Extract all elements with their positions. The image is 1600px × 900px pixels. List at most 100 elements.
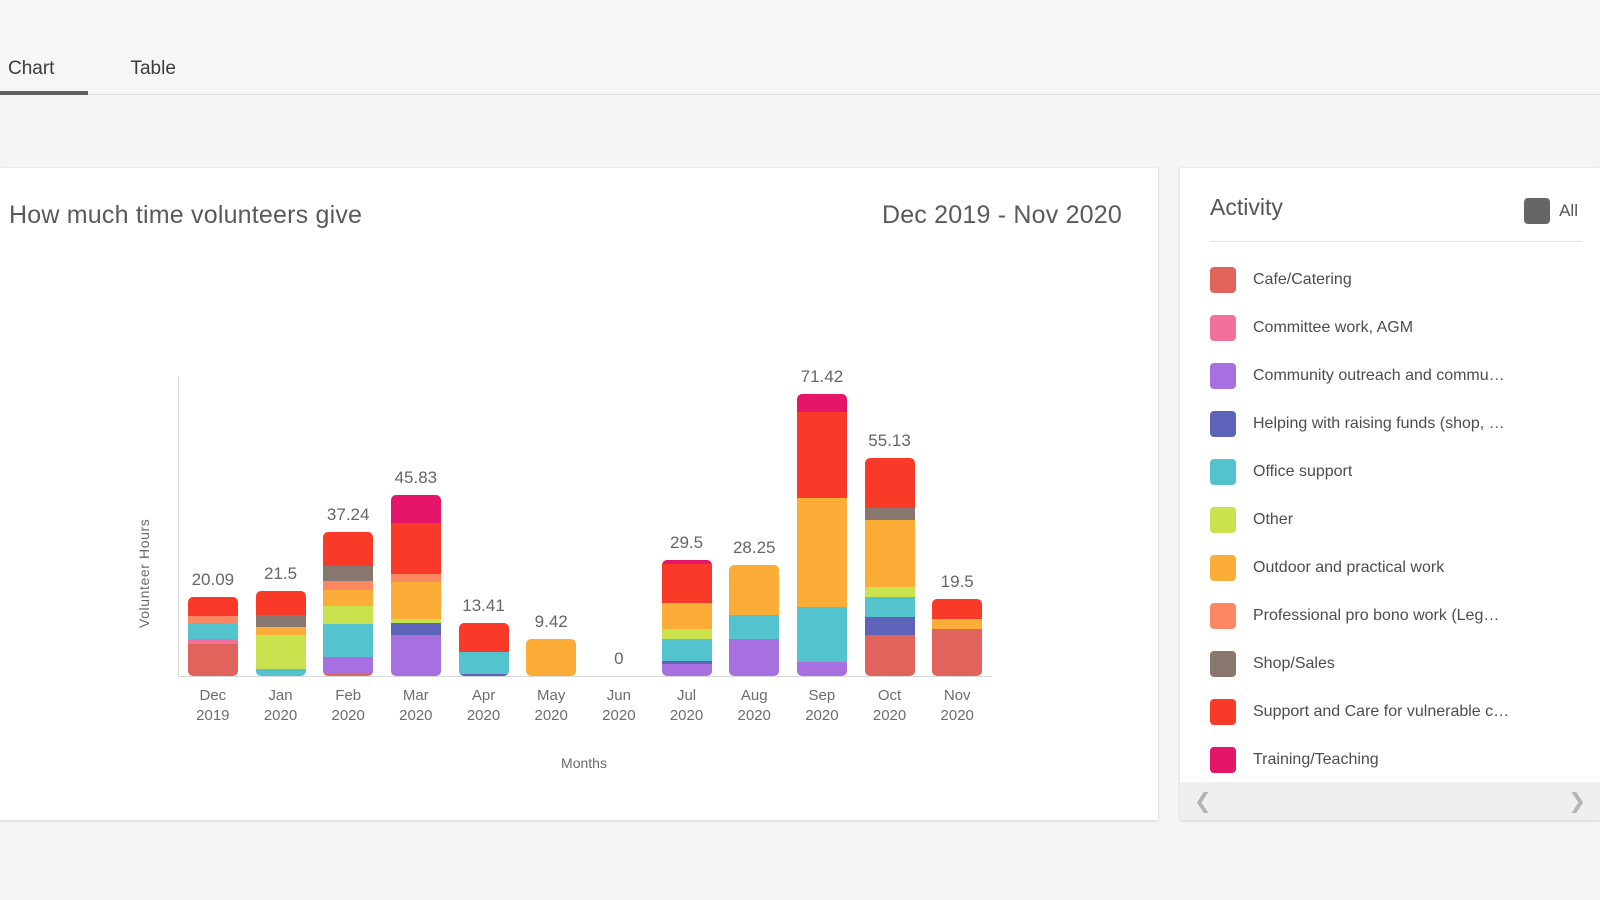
legend-item-label: Outdoor and practical work: [1253, 559, 1445, 576]
bar-segment[interactable]: [458, 623, 509, 652]
bar-segment[interactable]: [864, 508, 915, 521]
bar-segment[interactable]: [323, 581, 374, 590]
legend-item[interactable]: Training/Teaching: [1210, 736, 1590, 784]
bar-segment[interactable]: [661, 664, 712, 676]
bar-segment[interactable]: [796, 411, 847, 499]
legend-item[interactable]: Committee work, AGM: [1210, 304, 1590, 352]
bar-segment[interactable]: [864, 520, 915, 588]
bar-segment[interactable]: [661, 638, 712, 661]
bar-slot[interactable]: 55.13: [856, 346, 924, 676]
legend-item[interactable]: Professional pro bono work (Leg…: [1210, 592, 1590, 640]
bar-slot[interactable]: 71.42: [788, 346, 856, 676]
bar-segment[interactable]: [796, 606, 847, 663]
bar-slot[interactable]: 37.24: [314, 346, 382, 676]
bar-segment[interactable]: [255, 591, 306, 615]
bar-segment[interactable]: [390, 581, 441, 620]
bar-segment[interactable]: [255, 614, 306, 628]
stacked-bar[interactable]: [864, 458, 915, 676]
bar-segment[interactable]: [661, 629, 712, 639]
legend-item[interactable]: Community outreach and commu…: [1210, 352, 1590, 400]
bar-segment[interactable]: [864, 616, 915, 635]
legend-color-swatch: [1210, 603, 1236, 629]
bar-segment[interactable]: [932, 599, 983, 619]
bar-segment[interactable]: [187, 596, 238, 617]
bar-segment[interactable]: [255, 635, 306, 669]
bar-segment[interactable]: [390, 634, 441, 676]
bar-slot[interactable]: 0: [585, 346, 653, 676]
bar-segment[interactable]: [323, 657, 374, 673]
bar-segment[interactable]: [323, 589, 374, 606]
x-axis-ticks: Dec 2019 Jan 2020 Feb 2020 Mar 2020 Apr 2020 May 20…: [179, 686, 991, 726]
bar-segment[interactable]: [390, 574, 441, 582]
stacked-bar[interactable]: [796, 394, 847, 676]
bar-segment[interactable]: [390, 495, 441, 523]
bar-segment[interactable]: [323, 672, 374, 676]
bar-segment[interactable]: [864, 587, 915, 598]
bar-segment[interactable]: [661, 603, 712, 630]
stacked-bar[interactable]: [187, 596, 238, 676]
bar-segment[interactable]: [796, 662, 847, 676]
y-axis-label: Volunteer Hours: [136, 518, 152, 628]
bar-segment[interactable]: [729, 564, 780, 615]
bar-segment[interactable]: [661, 563, 712, 604]
bar-segment[interactable]: [864, 634, 915, 676]
bar-total-label: 19.5: [940, 572, 974, 592]
bar-segment[interactable]: [255, 668, 306, 676]
legend-panel: Activity All Cafe/Catering Committee work…: [1180, 168, 1600, 820]
bar-segment[interactable]: [729, 638, 780, 676]
bar-slot[interactable]: 13.41: [450, 346, 518, 676]
bar-segment[interactable]: [932, 618, 983, 629]
stacked-bar[interactable]: [932, 599, 983, 676]
bar-segment[interactable]: [323, 623, 374, 658]
legend-item-label: Office support: [1253, 463, 1353, 480]
bar-segment[interactable]: [390, 622, 441, 635]
chevron-left-icon[interactable]: ❮: [1194, 791, 1212, 812]
bar-segment[interactable]: [458, 651, 509, 674]
bar-segment[interactable]: [187, 644, 238, 676]
legend-item-label: Other: [1253, 511, 1294, 528]
stacked-bar[interactable]: [729, 564, 780, 676]
bar-segment[interactable]: [323, 532, 374, 566]
bar-segment[interactable]: [729, 614, 780, 639]
stacked-bar[interactable]: [255, 591, 306, 676]
bar-segment[interactable]: [864, 458, 915, 509]
legend-item[interactable]: Support and Care for vulnerable c…: [1210, 688, 1590, 736]
bar-slot[interactable]: 29.5: [653, 346, 721, 676]
bar-segment[interactable]: [796, 498, 847, 607]
legend-color-swatch: [1210, 747, 1236, 773]
stacked-bar[interactable]: [390, 495, 441, 676]
legend-item[interactable]: Cafe/Catering: [1210, 256, 1590, 304]
bar-slot[interactable]: 20.09: [179, 346, 247, 676]
bar-total-label: 29.5: [669, 532, 704, 552]
bar-slot[interactable]: 21.5: [247, 346, 315, 676]
bar-segment[interactable]: [526, 638, 577, 676]
bar-segment[interactable]: [323, 565, 374, 582]
bar-segment[interactable]: [932, 628, 983, 676]
tab-chart[interactable]: Chart: [0, 59, 89, 95]
stacked-bar[interactable]: [526, 638, 577, 676]
bar-total-label: 20.09: [191, 569, 235, 589]
stacked-bar[interactable]: [323, 532, 374, 676]
legend-all-toggle[interactable]: All: [1524, 198, 1578, 224]
stacked-bar[interactable]: [458, 623, 509, 676]
bar-segment[interactable]: [255, 627, 306, 636]
tab-table[interactable]: Table: [88, 59, 223, 94]
bar-slot[interactable]: 9.42: [517, 346, 585, 676]
bar-segment[interactable]: [796, 394, 847, 412]
bar-slot[interactable]: 19.5: [923, 346, 991, 676]
legend-item[interactable]: Shop/Sales: [1210, 640, 1590, 688]
legend-item[interactable]: Helping with raising funds (shop, …: [1210, 400, 1590, 448]
bar-segment[interactable]: [864, 597, 915, 617]
chevron-right-icon[interactable]: ❯: [1568, 791, 1586, 812]
bar-slot[interactable]: 28.25: [720, 346, 788, 676]
chart-date-range: Dec 2019 - Nov 2020: [881, 201, 1122, 229]
bar-segment[interactable]: [323, 605, 374, 624]
bar-segment[interactable]: [458, 673, 509, 676]
legend-item[interactable]: Outdoor and practical work: [1210, 544, 1590, 592]
stacked-bar[interactable]: [661, 559, 712, 676]
bar-segment[interactable]: [187, 622, 238, 639]
bar-segment[interactable]: [390, 522, 441, 575]
legend-item[interactable]: Other: [1210, 496, 1590, 544]
legend-item[interactable]: Office support: [1210, 448, 1590, 496]
bar-slot[interactable]: 45.83: [382, 346, 450, 676]
